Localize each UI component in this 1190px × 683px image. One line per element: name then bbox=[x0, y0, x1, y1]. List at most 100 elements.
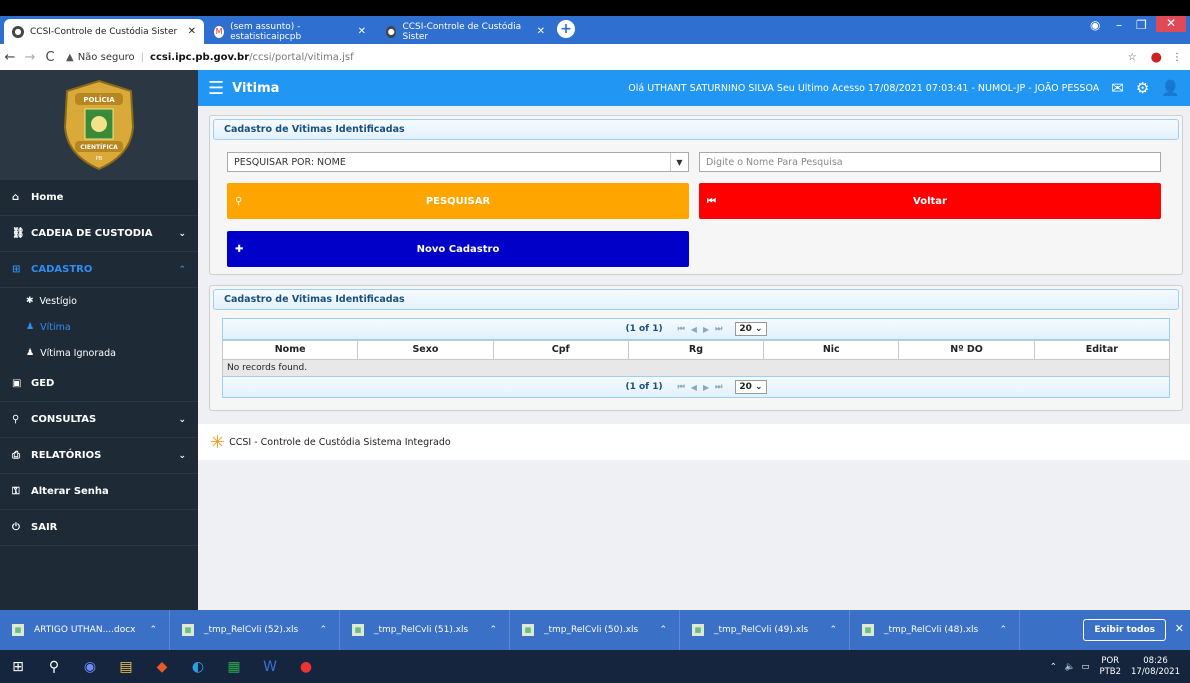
next-page-icon[interactable]: ▶ bbox=[703, 383, 709, 392]
sidebar-item-consultas[interactable]: ⚲ CONSULTAS ⌄ bbox=[0, 402, 198, 438]
gear-icon[interactable]: ⚙ bbox=[1136, 79, 1149, 97]
browser-tab-ccsi-2[interactable]: ● CCSI-Controle de Custódia Sister ✕ bbox=[378, 19, 553, 44]
browser-tab-ccsi[interactable]: ● CCSI-Controle de Custódia Sister ✕ bbox=[4, 19, 204, 44]
bookmark-star-icon[interactable]: ☆ bbox=[1128, 52, 1137, 63]
spreadsheet-icon: ▦ bbox=[352, 624, 364, 636]
download-item[interactable]: ▦ _tmp_RelCvli (52).xls ⌃ bbox=[170, 610, 340, 650]
sidebar-subitem-vestigio[interactable]: ✱ Vestígio bbox=[0, 288, 198, 314]
last-page-icon[interactable]: ⏭ bbox=[715, 324, 722, 334]
spreadsheet-icon: ▦ bbox=[862, 624, 874, 636]
search-icon[interactable]: ⚲ bbox=[36, 650, 72, 683]
menu-dots-icon[interactable]: ⋮ bbox=[1172, 52, 1182, 63]
keyboard-layout: PTB2 bbox=[1099, 666, 1121, 677]
police-badge-logo: POLÍCIA CIENTÍFICA PB bbox=[63, 79, 135, 171]
download-item[interactable]: ▦ _tmp_RelCvli (51).xls ⌃ bbox=[340, 610, 510, 650]
app-icon[interactable]: ◆ bbox=[144, 650, 180, 683]
sidebar-item-ged[interactable]: ▣ GED bbox=[0, 366, 198, 402]
sidebar-subitem-vitima-ignorada[interactable]: ♟ Vítima Ignorada bbox=[0, 340, 198, 366]
sidebar-item-alterar-senha[interactable]: ⚿ Alterar Senha bbox=[0, 474, 198, 510]
panel-title: Cadastro de Vitimas Identificadas bbox=[213, 289, 1179, 310]
sidebar-item-cadeia-de-custodia[interactable]: ⛓ CADEIA DE CUSTODIA ⌄ bbox=[0, 216, 198, 252]
rows-per-page-select[interactable]: 20 ⌄ bbox=[735, 322, 767, 336]
download-item[interactable]: ▦ ARTIGO UTHAN....docx ⌃ bbox=[0, 610, 170, 650]
close-downloads-icon[interactable]: ✕ bbox=[1175, 622, 1184, 635]
rows-per-page-select[interactable]: 20 ⌄ bbox=[735, 380, 767, 394]
column-header[interactable]: Nº DO bbox=[899, 341, 1035, 359]
word-icon[interactable]: W bbox=[252, 650, 288, 683]
new-record-button[interactable]: ✚ Novo Cadastro bbox=[227, 231, 689, 267]
column-header[interactable]: Nome bbox=[223, 341, 359, 359]
chrome-icon[interactable]: ● bbox=[288, 650, 324, 683]
sidebar-item-sair[interactable]: ⏻ SAIR bbox=[0, 510, 198, 546]
language-indicator[interactable]: POR PTB2 bbox=[1099, 656, 1121, 678]
network-icon[interactable]: ▭ bbox=[1081, 662, 1089, 672]
prev-page-icon[interactable]: ◀ bbox=[691, 383, 697, 392]
download-item[interactable]: ▦ _tmp_RelCvli (48).xls ⌃ bbox=[850, 610, 1020, 650]
sidebar-item-home[interactable]: ⌂ Home bbox=[0, 180, 198, 216]
close-tab-icon[interactable]: ✕ bbox=[352, 26, 366, 37]
excel-icon[interactable]: ▦ bbox=[216, 650, 252, 683]
volume-icon[interactable]: 🔈 bbox=[1065, 662, 1076, 672]
download-item[interactable]: ▦ _tmp_RelCvli (49).xls ⌃ bbox=[680, 610, 850, 650]
user-greeting: Olá UTHANT SATURNINO SILVA Seu Ultimo Ac… bbox=[628, 82, 1100, 94]
page-info: (1 of 1) bbox=[625, 382, 663, 392]
show-all-downloads-button[interactable]: Exibir todos bbox=[1083, 619, 1166, 641]
forward-arrow-icon[interactable]: → bbox=[20, 50, 40, 65]
edge-icon[interactable]: ◐ bbox=[180, 650, 216, 683]
user-icon: ♟ bbox=[26, 348, 35, 358]
url-path: /ccsi/portal/vitima.jsf bbox=[249, 51, 354, 63]
close-tab-icon[interactable]: ✕ bbox=[182, 26, 196, 37]
sidebar-item-relatorios[interactable]: ⎙ RELATÓRIOS ⌄ bbox=[0, 438, 198, 474]
app-icon[interactable]: ◉ bbox=[72, 650, 108, 683]
back-button[interactable]: ⏮ Voltar bbox=[699, 183, 1161, 219]
restore-icon[interactable]: ❐ bbox=[1136, 18, 1147, 32]
sidebar-item-cadastro[interactable]: ⊞ CADASTRO ⌃ bbox=[0, 252, 198, 288]
paginator-bottom: (1 of 1) ⏮ ◀ ▶ ⏭ 20 ⌄ bbox=[222, 376, 1170, 398]
chevron-up-icon[interactable]: ⌃ bbox=[319, 625, 327, 635]
sidebar-subitem-vitima[interactable]: ♟ Vítima bbox=[0, 314, 198, 340]
column-header[interactable]: Editar bbox=[1035, 341, 1169, 359]
sidebar-subitem-label: Vítima Ignorada bbox=[40, 347, 116, 359]
globe-icon: ● bbox=[386, 25, 397, 38]
file-explorer-icon[interactable]: ▤ bbox=[108, 650, 144, 683]
chevron-up-icon[interactable]: ⌃ bbox=[659, 625, 667, 635]
chevron-up-icon[interactable]: ⌃ bbox=[149, 625, 157, 635]
search-by-select[interactable]: PESQUISAR POR: NOME ▼ bbox=[227, 152, 689, 172]
last-page-icon[interactable]: ⏭ bbox=[715, 382, 722, 392]
mail-icon[interactable]: ✉ bbox=[1111, 79, 1124, 97]
new-tab-button[interactable]: + bbox=[557, 20, 575, 38]
column-header[interactable]: Sexo bbox=[358, 341, 494, 359]
chevron-up-icon[interactable]: ⌃ bbox=[489, 625, 497, 635]
close-window-icon[interactable]: ✕ bbox=[1156, 16, 1186, 32]
chevron-up-icon[interactable]: ⌃ bbox=[999, 625, 1007, 635]
extension-icon[interactable]: ● bbox=[1151, 50, 1162, 65]
dropdown-caret-icon: ▼ bbox=[670, 153, 688, 171]
download-item[interactable]: ▦ _tmp_RelCvli (50).xls ⌃ bbox=[510, 610, 680, 650]
profile-icon[interactable]: ◉ bbox=[1090, 18, 1100, 32]
windows-start-icon[interactable]: ⊞ bbox=[0, 650, 36, 683]
url-field[interactable]: ▲ Não seguro | ccsi.ipc.pb.gov.br /ccsi/… bbox=[66, 52, 354, 63]
ccsi-logo-icon: ✳ bbox=[210, 431, 226, 453]
tray-arrow-icon[interactable]: ⌃ bbox=[1050, 662, 1057, 672]
plus-square-icon: ⊞ bbox=[12, 264, 21, 275]
browser-tab-gmail[interactable]: M (sem assunto) - estatisticaipcpb ✕ bbox=[206, 19, 374, 44]
back-arrow-icon[interactable]: ← bbox=[0, 50, 20, 65]
user-profile-icon[interactable]: 👤 bbox=[1161, 79, 1180, 97]
column-header[interactable]: Rg bbox=[629, 341, 765, 359]
divider: | bbox=[140, 51, 145, 63]
chevron-up-icon[interactable]: ⌃ bbox=[829, 625, 837, 635]
prev-page-icon[interactable]: ◀ bbox=[691, 325, 697, 334]
clock[interactable]: 08:26 17/08/2021 bbox=[1131, 656, 1180, 678]
minimize-icon[interactable]: – bbox=[1116, 18, 1122, 32]
column-header[interactable]: Nic bbox=[764, 341, 900, 359]
first-page-icon[interactable]: ⏮ bbox=[678, 324, 685, 334]
next-page-icon[interactable]: ▶ bbox=[703, 325, 709, 334]
search-button[interactable]: ⚲ PESQUISAR bbox=[227, 183, 689, 219]
name-search-input[interactable]: Digite o Nome Para Pesquisa bbox=[699, 152, 1161, 172]
column-header[interactable]: Cpf bbox=[494, 341, 629, 359]
reload-icon[interactable]: C bbox=[40, 50, 60, 65]
close-tab-icon[interactable]: ✕ bbox=[531, 26, 545, 37]
chain-icon: ⛓ bbox=[12, 228, 25, 239]
first-page-icon[interactable]: ⏮ bbox=[678, 382, 685, 392]
hamburger-menu-icon[interactable]: ☰ bbox=[208, 78, 224, 99]
